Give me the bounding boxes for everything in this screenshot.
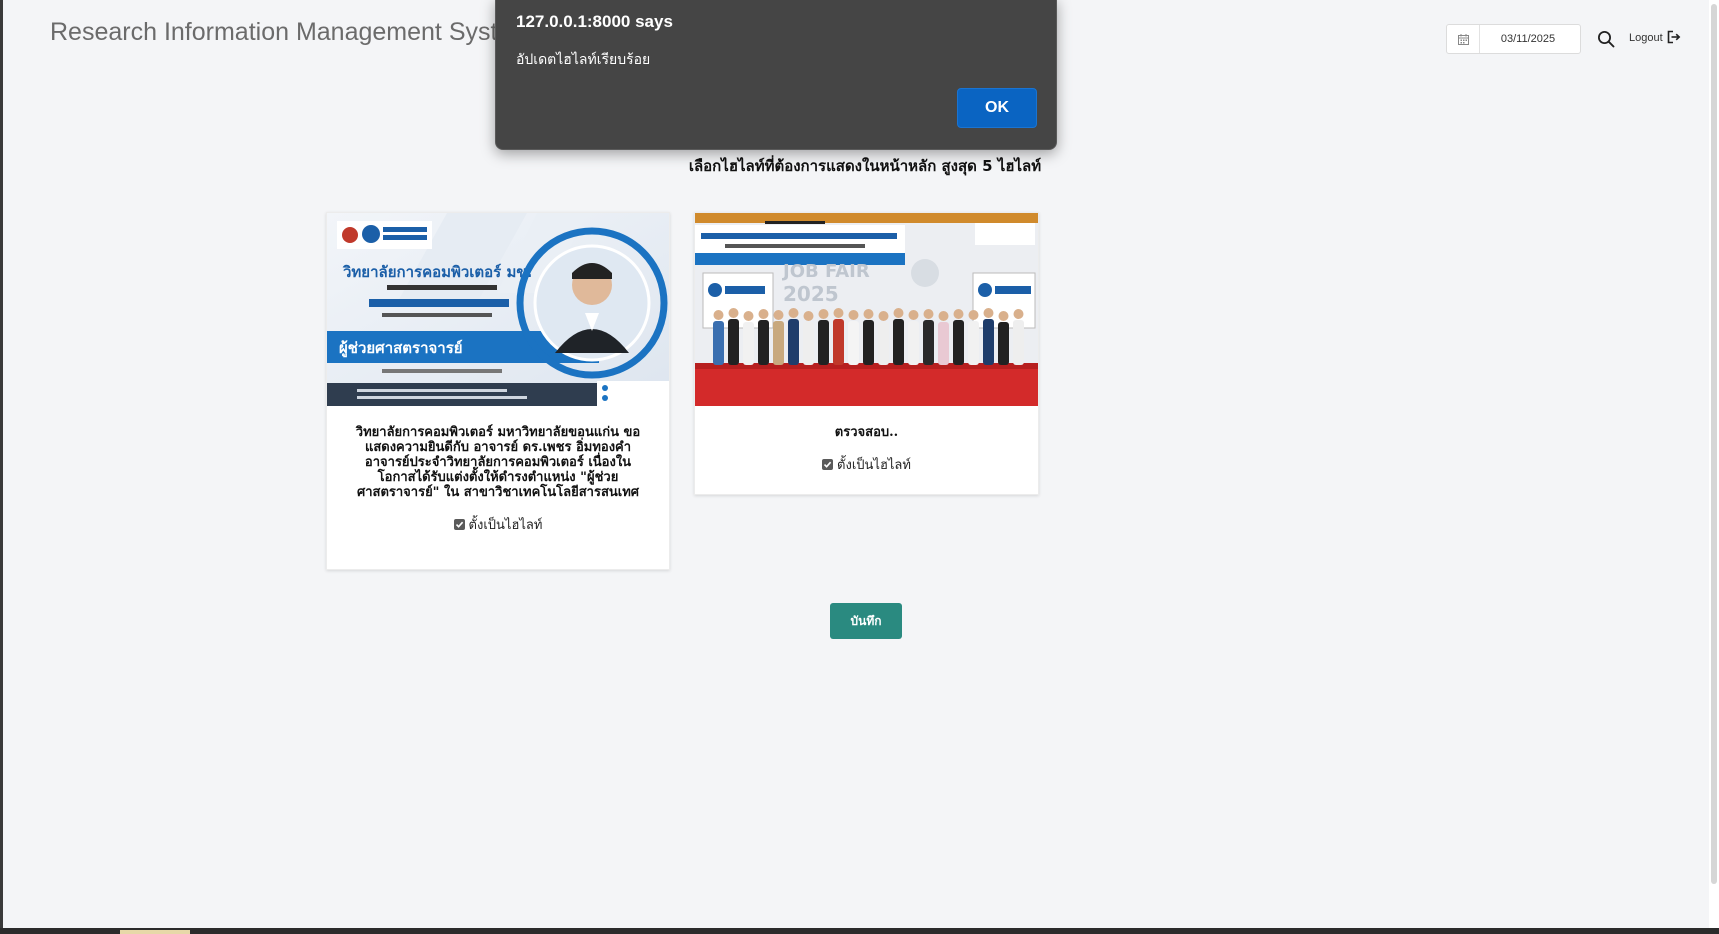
search-button[interactable]	[1594, 28, 1618, 54]
card-image-text-1: JOB FAIR	[781, 261, 870, 282]
calendar-icon[interactable]	[1447, 25, 1480, 53]
window-left-border	[0, 0, 3, 934]
card-title: วิทยาลัยการคอมพิวเตอร์ มหาวิทยาลัยขอนแก่…	[355, 425, 641, 500]
date-picker[interactable]	[1446, 24, 1581, 54]
logout-label: Logout	[1629, 32, 1663, 44]
card-image-text-2: ผู้ช่วยศาสตราจารย์	[339, 339, 463, 358]
checkbox-label: ตั้งเป็นไฮไลท์	[837, 458, 911, 473]
card-title: ตรวจสอบ..	[834, 425, 899, 440]
card-image: วิทยาลัยการคอมพิวเตอร์ มข. ผู้ช่วยศาสตรา…	[327, 213, 669, 406]
alert-dialog: 127.0.0.1:8000 says อัปเดตไฮไลท์เรียบร้อ…	[495, 0, 1057, 150]
scrollbar-thumb[interactable]	[1711, 4, 1717, 884]
highlight-card: วิทยาลัยการคอมพิวเตอร์ มข. ผู้ช่วยศาสตรา…	[326, 212, 670, 570]
highlight-card: JOB FAIR 2025 ตรวจสอบ.. ตั้งเป็นไฮไลท์	[694, 212, 1039, 495]
page-heading: เลือกไฮไลท์ที่ต้องการแสดงในหน้าหลัก สูงส…	[688, 157, 1042, 175]
window-bottom-bar	[0, 928, 1719, 934]
dialog-title: 127.0.0.1:8000 says	[516, 12, 673, 31]
app-title: Research Information Management Syste	[50, 18, 512, 46]
checkbox-label: ตั้งเป็นไฮไลท์	[468, 518, 543, 533]
taskbar-accent	[120, 930, 190, 934]
highlight-checkbox[interactable]: ตั้งเป็นไฮไลท์	[327, 514, 669, 535]
date-input[interactable]	[1480, 26, 1576, 52]
search-icon	[1597, 30, 1615, 52]
checkbox-checked-icon[interactable]	[822, 459, 834, 470]
save-button[interactable]: บันทึก	[830, 603, 902, 639]
scrollbar-track[interactable]	[1709, 0, 1719, 934]
highlight-checkbox[interactable]: ตั้งเป็นไฮไลท์	[695, 454, 1038, 475]
dialog-ok-button[interactable]: OK	[957, 88, 1037, 128]
card-image-text-2: 2025	[783, 282, 839, 306]
logout-link[interactable]: Logout	[1629, 28, 1681, 48]
dialog-message: อัปเดตไฮไลท์เรียบร้อย	[516, 52, 651, 68]
checkbox-checked-icon[interactable]	[453, 519, 465, 530]
card-image-text-1: วิทยาลัยการคอมพิวเตอร์ มข.	[342, 263, 532, 281]
logout-icon	[1667, 30, 1681, 47]
card-image: JOB FAIR 2025	[695, 213, 1038, 406]
